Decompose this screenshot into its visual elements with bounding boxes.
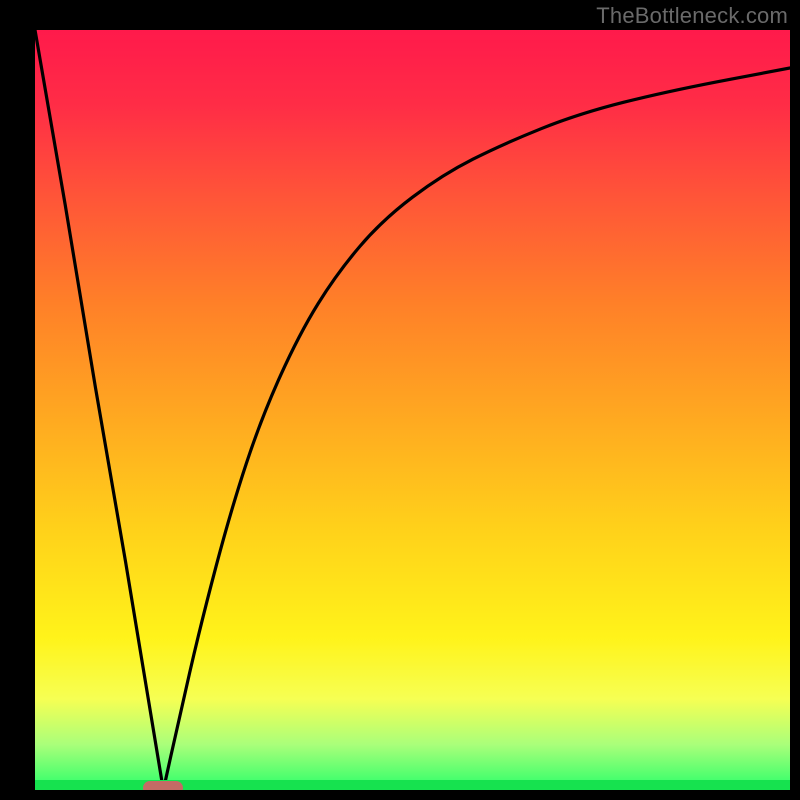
bottleneck-curve (35, 30, 790, 790)
optimum-marker (143, 781, 183, 790)
chart-frame: TheBottleneck.com (0, 0, 800, 800)
plot-area (35, 30, 790, 790)
watermark-text: TheBottleneck.com (596, 3, 788, 29)
